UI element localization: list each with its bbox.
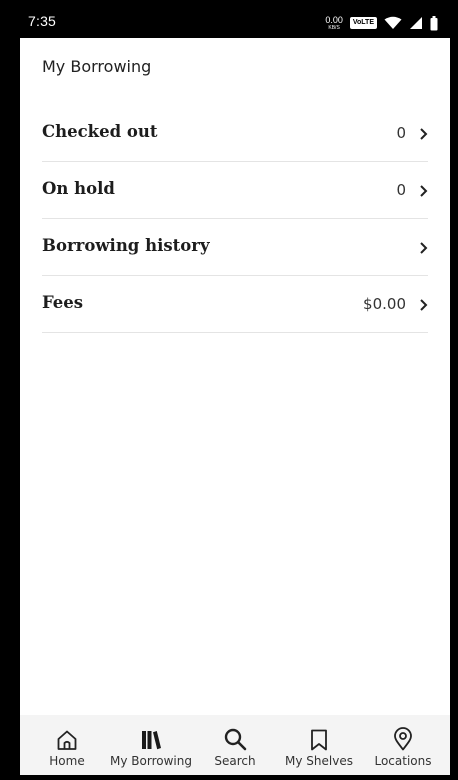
volte-badge: VoLTE [349,17,377,29]
list-item-label: Fees [42,293,84,312]
status-icons: 0.00 KB/S VoLTE [325,14,438,32]
net-speed: 0.00 KB/S [325,14,343,31]
bookmark-icon [311,729,327,751]
nav-item-my-shelves[interactable]: My Shelves [278,715,360,775]
location-pin-icon [394,727,412,751]
nav-item-my-borrowing[interactable]: My Borrowing [110,715,192,775]
books-icon [142,731,161,750]
chevron-right-icon [420,185,428,197]
device-frame: 7:35 0.00 KB/S VoLTE My Borrowing Checke… [0,0,458,780]
nav-label: Locations [374,754,432,768]
list-item-fees[interactable]: Fees $0.00 [42,276,428,333]
chevron-right-icon [420,299,428,311]
chevron-right-icon [420,128,428,140]
nav-item-home[interactable]: Home [26,715,108,775]
home-icon [57,730,77,750]
page-title: My Borrowing [42,57,152,76]
nav-label: Search [214,754,256,768]
list-item-borrowing-history[interactable]: Borrowing history [42,219,428,276]
status-time: 7:35 [28,13,57,29]
list-item-checked-out[interactable]: Checked out 0 [42,105,428,162]
nav-label: My Borrowing [110,754,192,768]
battery-icon [430,15,438,30]
list-item-label: Checked out [42,122,158,141]
list-item-on-hold[interactable]: On hold 0 [42,162,428,219]
borrowing-list: Checked out 0 On hold 0 Borrowing histor… [42,105,428,333]
status-bar: 7:35 0.00 KB/S VoLTE [20,7,450,38]
list-item-amount: $0.00 [363,295,406,313]
list-item-count: 0 [396,124,406,142]
nav-item-locations[interactable]: Locations [362,715,444,775]
net-speed-unit: KB/S [328,24,340,31]
chevron-right-icon [420,242,428,254]
signal-icon [410,17,422,29]
nav-item-search[interactable]: Search [194,715,276,775]
nav-label: My Shelves [285,754,353,768]
screen: 7:35 0.00 KB/S VoLTE My Borrowing Checke… [20,7,450,775]
bottom-nav: Home My Borrowing Search My Shelves Loca… [20,715,450,775]
nav-label: Home [49,754,85,768]
list-item-label: On hold [42,179,115,198]
list-item-label: Borrowing history [42,236,210,255]
search-icon [224,728,247,751]
wifi-icon [384,16,402,29]
net-speed-value: 0.00 [325,14,343,25]
list-item-count: 0 [396,181,406,199]
